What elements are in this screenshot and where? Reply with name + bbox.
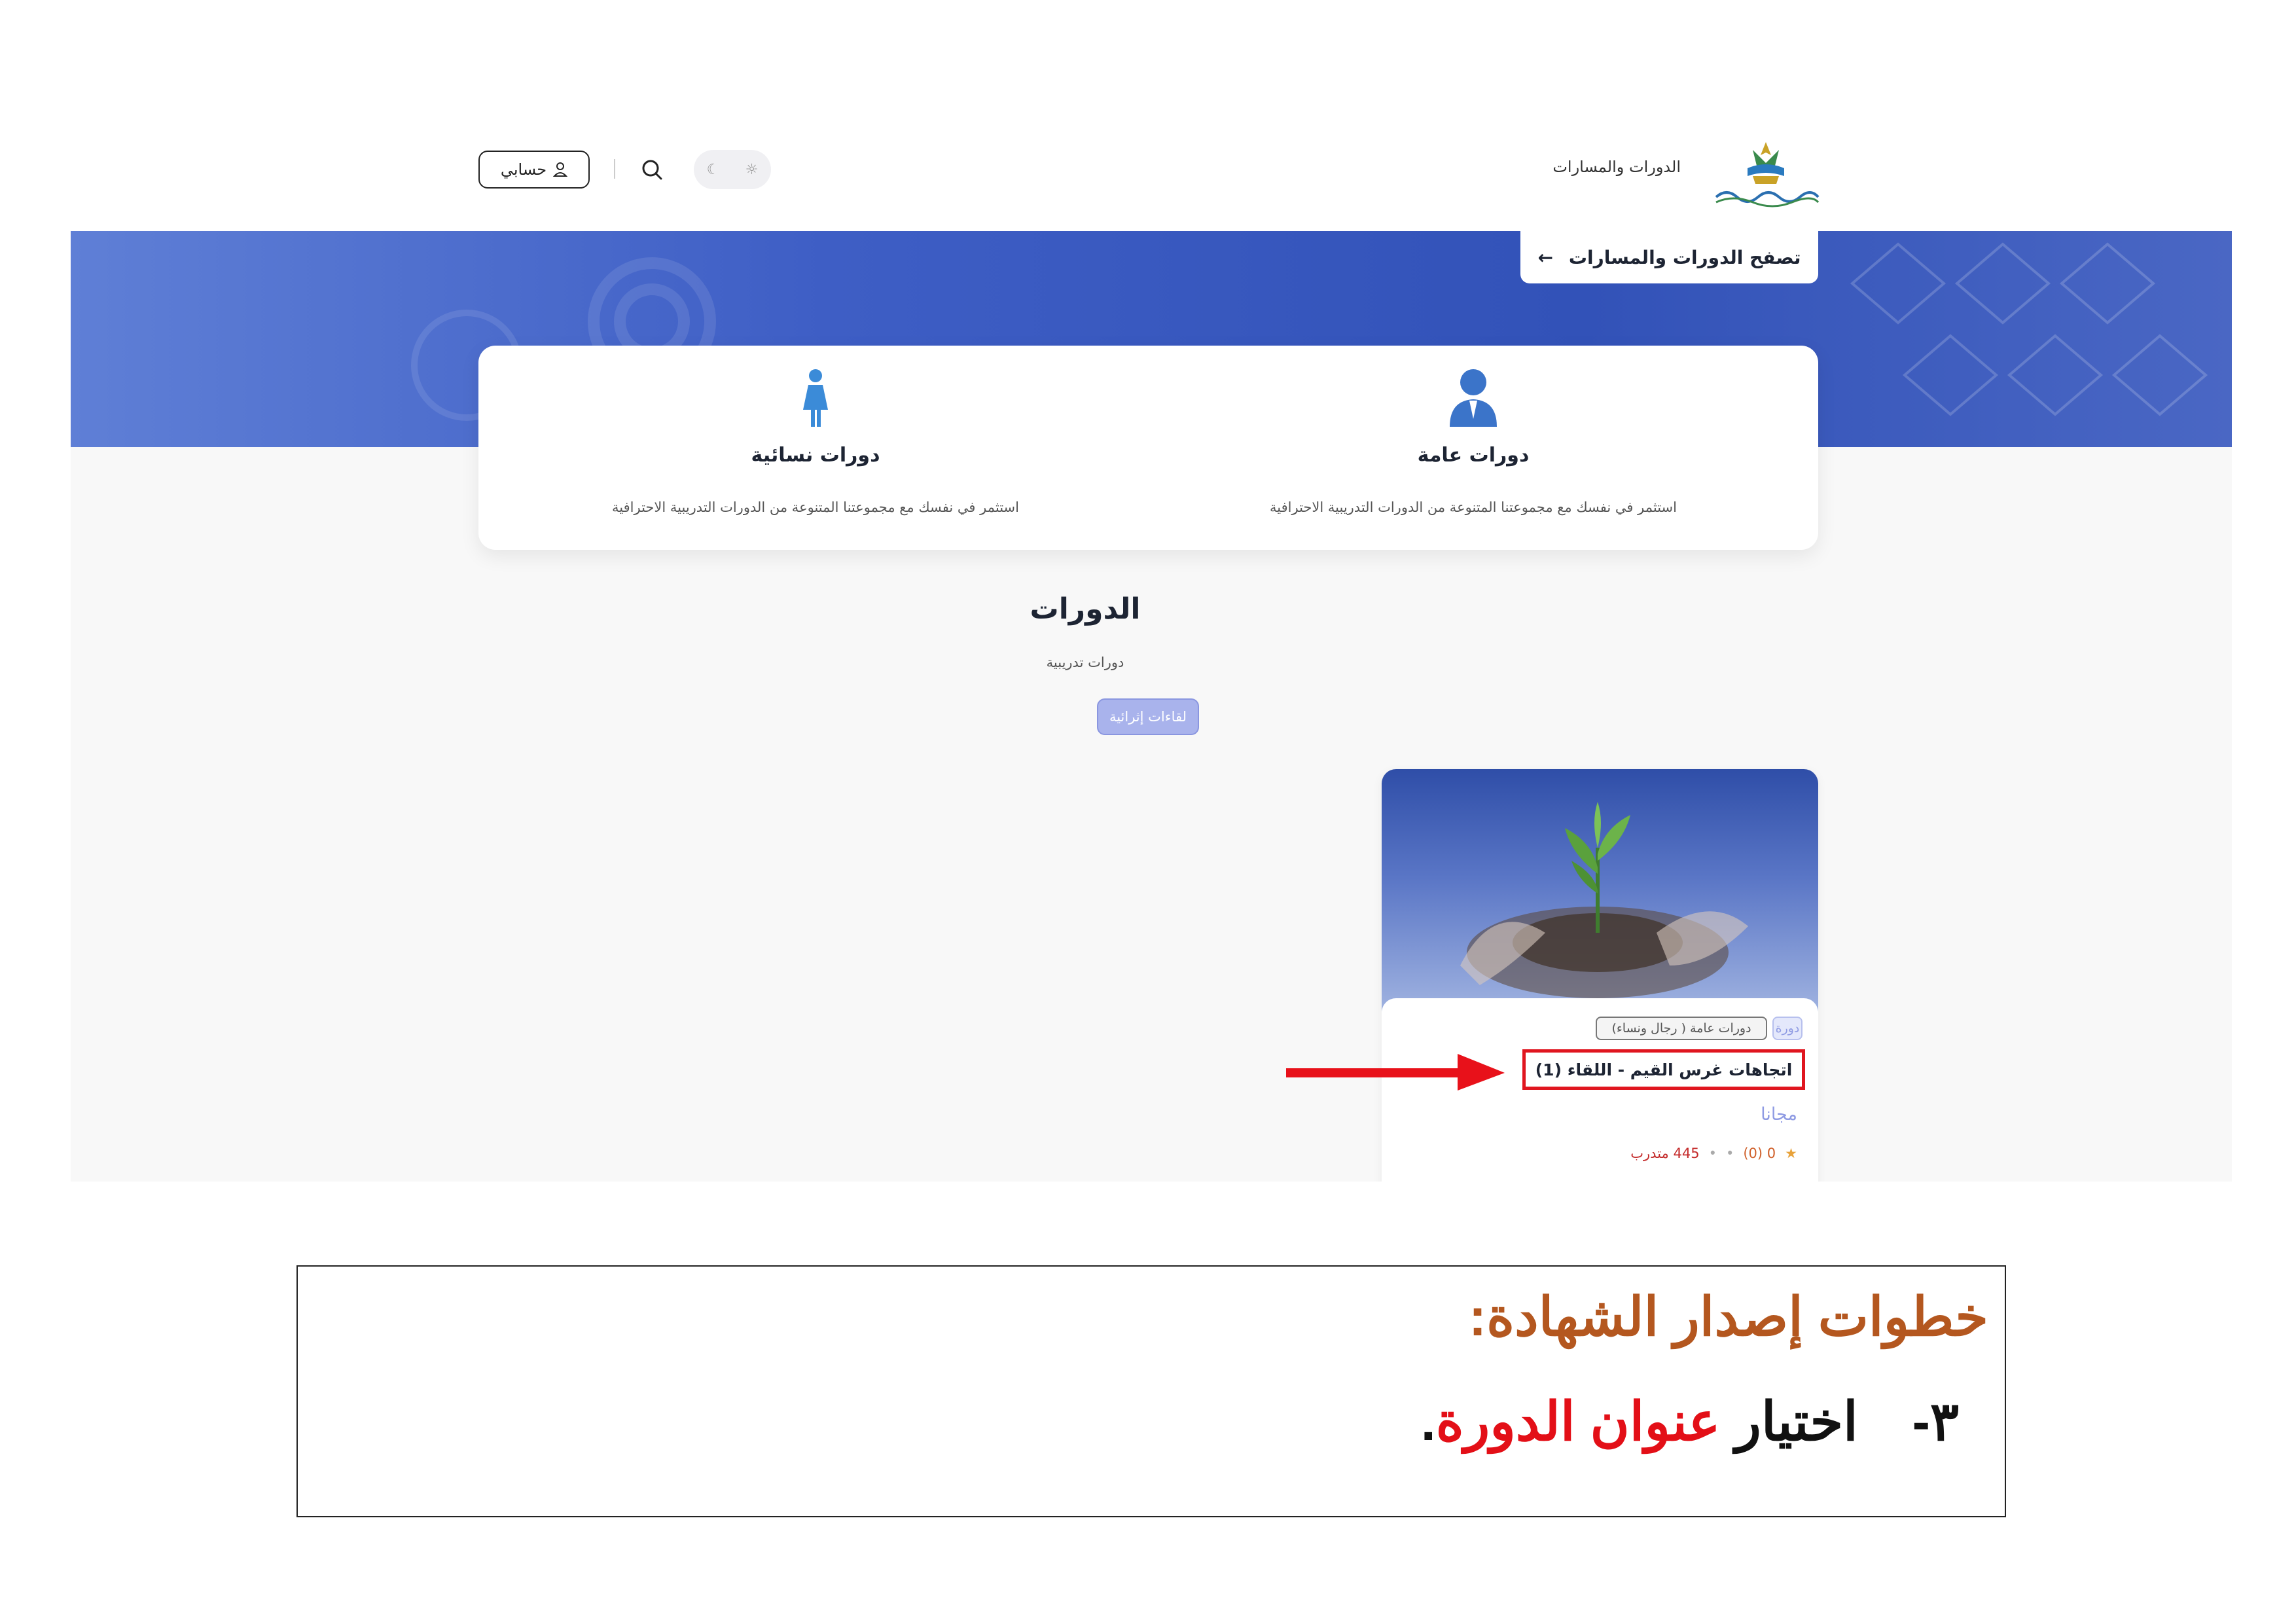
category-women-title: دورات نسائية: [751, 444, 880, 467]
course-trainees: 445 متدرب: [1630, 1146, 1700, 1161]
section-subtitle: دورات تدريبية: [1046, 655, 1124, 670]
sun-icon[interactable]: ☼: [745, 162, 759, 178]
divider: [614, 159, 615, 179]
user-icon: [553, 162, 568, 177]
browse-courses-button[interactable]: تصفح الدورات والمسارات ←: [1520, 231, 1818, 283]
man-icon: [1450, 369, 1497, 427]
instruction-heading: خطوات إصدار الشهادة:: [1468, 1288, 1988, 1347]
separator-dot: •: [1725, 1146, 1734, 1161]
pattern-decoration: [1850, 242, 2208, 416]
step-number: ٣-: [1912, 1392, 1959, 1452]
course-rating: 0 (0): [1743, 1146, 1776, 1161]
categories-card: دورات عامة استثمر في نفسك مع مجموعتنا ال…: [478, 346, 1818, 550]
arrow-left-icon: ←: [1537, 246, 1553, 268]
enrichment-meetings-filter[interactable]: لقاءات إثرائية: [1097, 698, 1199, 735]
category-general-title: دورات عامة: [1417, 444, 1530, 467]
star-icon: ★: [1785, 1146, 1797, 1161]
course-type-tag[interactable]: دورة: [1772, 1017, 1803, 1040]
top-navbar: الدورات والمسارات ☾ ☼ حسابي: [71, 121, 2232, 231]
account-label: حسابي: [500, 160, 547, 179]
category-general-description: استثمر في نفسك مع مجموعتنا المتنوعة من ا…: [1270, 499, 1677, 515]
website-screenshot: الدورات والمسارات ☾ ☼ حسابي تصفح الدورات…: [71, 121, 2232, 1182]
course-image: [1382, 769, 1818, 1011]
section-title: الدورات: [1030, 592, 1141, 626]
course-category-tag[interactable]: دورات عامة ( رجال ونساء): [1596, 1017, 1767, 1040]
nav-link-courses-paths[interactable]: الدورات والمسارات: [1550, 158, 1681, 176]
course-card[interactable]: دورة دورات عامة ( رجال ونساء) اتجاهات غر…: [1382, 769, 1818, 1182]
instruction-box: خطوات إصدار الشهادة: ٣- اختيار عنوان الد…: [296, 1265, 2006, 1517]
course-price: مجانا: [1761, 1104, 1797, 1125]
course-stats: ★ 0 (0) • • 445 متدرب: [1630, 1146, 1797, 1161]
separator-dot: •: [1708, 1146, 1717, 1161]
browse-courses-label: تصفح الدورات والمسارات: [1568, 246, 1801, 268]
search-icon[interactable]: [639, 156, 665, 183]
step-suffix: .: [1420, 1392, 1436, 1452]
account-button[interactable]: حسابي: [478, 151, 590, 189]
arrow-right-icon: [1286, 1054, 1505, 1091]
moon-icon[interactable]: ☾: [707, 162, 720, 178]
step-prefix: اختيار: [1735, 1392, 1858, 1452]
instruction-step: ٣- اختيار عنوان الدورة.: [1421, 1391, 1959, 1453]
category-women-description: استثمر في نفسك مع مجموعتنا المتنوعة من ا…: [612, 499, 1019, 515]
woman-icon: [803, 369, 828, 427]
step-highlight: عنوان الدورة: [1435, 1392, 1721, 1452]
course-title[interactable]: اتجاهات غرس القيم - اللقاء (1): [1522, 1049, 1805, 1090]
site-logo[interactable]: [1707, 137, 1825, 209]
theme-toggle[interactable]: ☾ ☼: [694, 150, 771, 189]
